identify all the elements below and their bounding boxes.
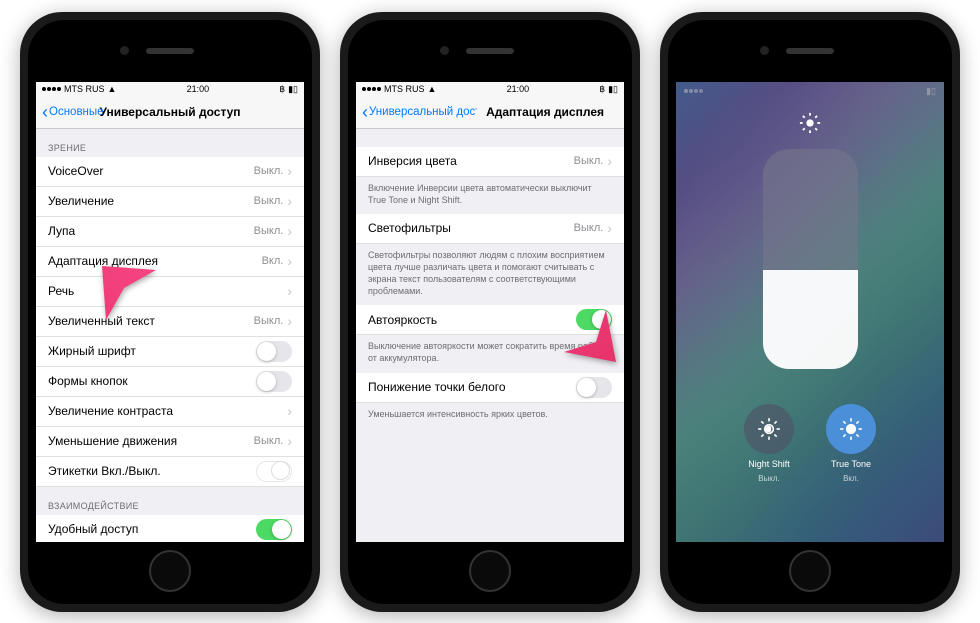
back-button[interactable]: ‹ Основные	[42, 103, 104, 121]
screen-accessibility: MTS RUS ▲ 21:00 ฿ ▮▯ ‹ Основные Универса…	[36, 82, 304, 542]
toggle-bold-text[interactable]	[256, 341, 292, 362]
speaker	[146, 48, 194, 54]
chevron-right-icon: ›	[287, 223, 292, 239]
cell-display-accommodations[interactable]: Адаптация дисплеяВкл.›	[36, 247, 304, 277]
status-bar: MTS RUS▲ 21:00 ฿▮▯	[356, 82, 624, 97]
cell-reduce-motion[interactable]: Уменьшение движенияВыкл.›	[36, 427, 304, 457]
control-buttons-row: Night Shift Выкл. True Tone Вкл.	[744, 404, 876, 483]
screen-control-center: ▮▯ Night Shift	[676, 82, 944, 542]
speaker	[786, 48, 834, 54]
clock: 21:00	[187, 84, 210, 94]
section-header-interaction: ВЗАИМОДЕЙСТВИЕ	[36, 487, 304, 515]
cell-larger-text[interactable]: Увеличенный текстВыкл.›	[36, 307, 304, 337]
wifi-icon: ▲	[428, 84, 437, 94]
control-center-background: ▮▯ Night Shift	[676, 82, 944, 542]
carrier-label: MTS RUS	[384, 84, 425, 94]
phone-frame-1: MTS RUS ▲ 21:00 ฿ ▮▯ ‹ Основные Универса…	[20, 12, 320, 612]
phone-frame-2: MTS RUS▲ 21:00 ฿▮▯ ‹Универсальный доступ…	[340, 12, 640, 612]
nav-bar: ‹ Основные Универсальный доступ	[36, 97, 304, 129]
footer-whitepoint: Уменьшается интенсивность ярких цветов.	[356, 403, 624, 428]
footer-invert: Включение Инверсии цвета автоматически в…	[356, 177, 624, 214]
cell-voiceover[interactable]: VoiceOverВыкл.›	[36, 157, 304, 187]
chevron-right-icon: ›	[607, 153, 612, 169]
toggle-auto-brightness[interactable]	[576, 309, 612, 330]
toggle-onoff-labels[interactable]	[256, 461, 292, 482]
sun-icon	[799, 112, 821, 137]
cell-color-filters[interactable]: СветофильтрыВыкл.›	[356, 214, 624, 244]
front-camera	[440, 46, 449, 55]
bluetooth-icon: ฿	[599, 84, 605, 95]
speaker	[466, 48, 514, 54]
brightness-slider[interactable]	[763, 149, 858, 369]
cell-onoff-labels[interactable]: Этикетки Вкл./Выкл.	[36, 457, 304, 487]
wifi-icon: ▲	[108, 84, 117, 94]
toggle-reachability[interactable]	[256, 519, 292, 540]
bluetooth-icon: ฿	[279, 84, 285, 95]
phone-bezel: ▮▯ Night Shift	[668, 20, 952, 604]
cell-reachability[interactable]: Удобный доступ	[36, 515, 304, 542]
true-tone-value: Вкл.	[843, 474, 859, 483]
night-shift-value: Выкл.	[758, 474, 780, 483]
night-shift-icon	[744, 404, 794, 454]
true-tone-button[interactable]: True Tone Вкл.	[826, 404, 876, 483]
toggle-white-point[interactable]	[576, 377, 612, 398]
chevron-left-icon: ‹	[42, 103, 48, 121]
cell-increase-contrast[interactable]: Увеличение контраста›	[36, 397, 304, 427]
clock: 21:00	[507, 84, 530, 94]
home-button[interactable]	[149, 550, 191, 592]
brightness-fill	[763, 270, 858, 369]
footer-autobright: Выключение автояркости может сократить в…	[356, 335, 624, 372]
true-tone-icon	[826, 404, 876, 454]
front-camera	[760, 46, 769, 55]
phone-frame-3: ▮▯ Night Shift	[660, 12, 960, 612]
chevron-right-icon: ›	[287, 253, 292, 269]
front-camera	[120, 46, 129, 55]
chevron-right-icon: ›	[287, 283, 292, 299]
home-button[interactable]	[789, 550, 831, 592]
chevron-right-icon: ›	[607, 220, 612, 236]
cell-reduce-white-point[interactable]: Понижение точки белого	[356, 373, 624, 403]
cell-speech[interactable]: Речь›	[36, 277, 304, 307]
home-button[interactable]	[469, 550, 511, 592]
cell-invert-colors[interactable]: Инверсия цветаВыкл.›	[356, 147, 624, 177]
toggle-button-shapes[interactable]	[256, 371, 292, 392]
cell-magnifier[interactable]: ЛупаВыкл.›	[36, 217, 304, 247]
carrier-label: MTS RUS	[64, 84, 105, 94]
status-bar: MTS RUS ▲ 21:00 ฿ ▮▯	[36, 82, 304, 97]
chevron-right-icon: ›	[287, 163, 292, 179]
nav-bar: ‹Универсальный доступ Адаптация дисплея	[356, 97, 624, 129]
cell-bold-text[interactable]: Жирный шрифт	[36, 337, 304, 367]
screen-display-accommodations: MTS RUS▲ 21:00 ฿▮▯ ‹Универсальный доступ…	[356, 82, 624, 542]
cell-auto-brightness[interactable]: Автояркость	[356, 305, 624, 335]
chevron-left-icon: ‹	[362, 103, 368, 121]
cell-button-shapes[interactable]: Формы кнопок	[36, 367, 304, 397]
battery-icon: ▮▯	[608, 84, 618, 95]
back-button[interactable]: ‹Универсальный доступ	[362, 103, 477, 121]
night-shift-button[interactable]: Night Shift Выкл.	[744, 404, 794, 483]
chevron-right-icon: ›	[287, 313, 292, 329]
back-label: Универсальный доступ	[369, 106, 477, 118]
signal-icon	[362, 87, 381, 91]
phone-bezel: MTS RUS ▲ 21:00 ฿ ▮▯ ‹ Основные Универса…	[28, 20, 312, 604]
battery-icon: ▮▯	[288, 84, 298, 95]
footer-filters: Светофильтры позволяют людям с плохим во…	[356, 244, 624, 306]
chevron-right-icon: ›	[287, 433, 292, 449]
control-center-panel[interactable]: Night Shift Выкл. True Tone Вкл.	[676, 82, 944, 542]
night-shift-label: Night Shift	[748, 459, 790, 469]
phone-bezel: MTS RUS▲ 21:00 ฿▮▯ ‹Универсальный доступ…	[348, 20, 632, 604]
cell-zoom[interactable]: УвеличениеВыкл.›	[36, 187, 304, 217]
chevron-right-icon: ›	[287, 193, 292, 209]
back-label: Основные	[49, 106, 104, 118]
true-tone-label: True Tone	[831, 459, 871, 469]
section-header-vision: ЗРЕНИЕ	[36, 129, 304, 157]
signal-icon	[42, 87, 61, 91]
chevron-right-icon: ›	[287, 403, 292, 419]
